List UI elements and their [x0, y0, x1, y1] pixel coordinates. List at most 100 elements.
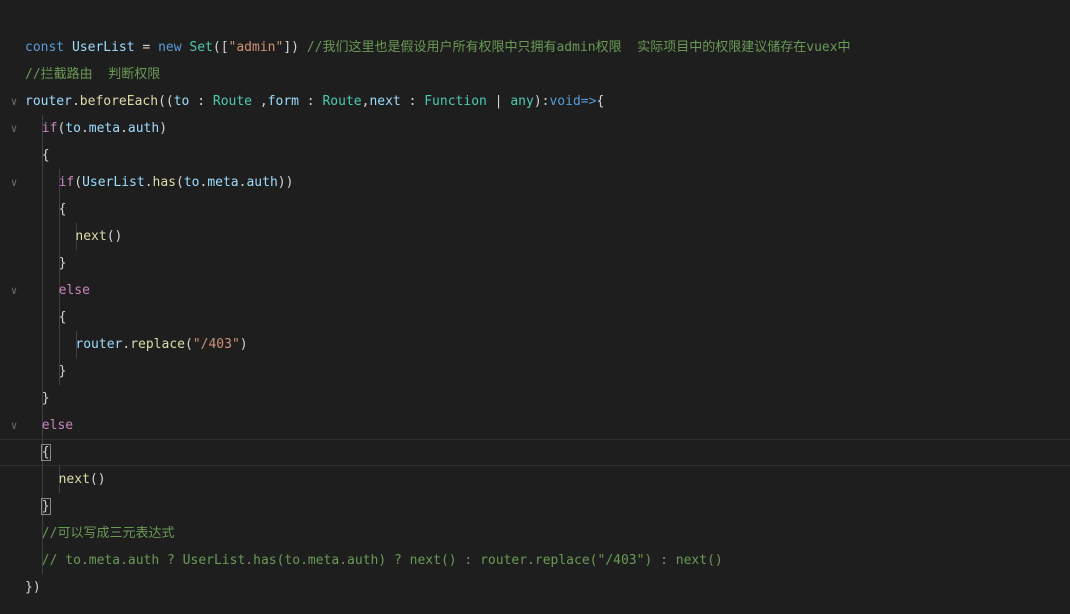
- code-token: (): [89, 472, 106, 487]
- code-token: "/403": [192, 337, 240, 352]
- code-text: else: [59, 277, 90, 304]
- code-token: Route: [212, 94, 253, 109]
- code-token: // to.meta.auth ? UserList.has(to.meta.a…: [41, 553, 723, 568]
- code-text: if(to.meta.auth): [42, 115, 167, 142]
- code-token: auth: [127, 121, 160, 136]
- code-text: else: [42, 412, 73, 439]
- chevron-down-icon[interactable]: ∨: [7, 115, 21, 142]
- code-token: auth: [246, 175, 278, 190]
- code-line[interactable]: {: [0, 196, 1070, 223]
- code-token: =>: [580, 94, 597, 109]
- code-token: }: [41, 391, 50, 406]
- indent-guide: [42, 331, 43, 358]
- code-token: next: [75, 229, 107, 244]
- code-token: {: [596, 94, 605, 109]
- code-token: any: [510, 94, 534, 109]
- code-line[interactable]: const UserList = new Set(["admin"]) //我们…: [0, 34, 1070, 61]
- code-line[interactable]: }: [0, 358, 1070, 385]
- code-token: ):: [533, 94, 550, 109]
- indent-guide: [58, 331, 60, 358]
- code-token: .: [122, 337, 131, 352]
- code-token: {: [41, 148, 50, 163]
- code-line[interactable]: //可以写成三元表达式: [0, 520, 1070, 547]
- code-line[interactable]: // to.meta.auth ? UserList.has(to.meta.a…: [0, 547, 1070, 574]
- code-token: ): [159, 121, 168, 136]
- indent-guide: [42, 466, 43, 493]
- code-token: :: [400, 94, 425, 109]
- code-token: }: [40, 498, 51, 515]
- chevron-down-icon[interactable]: ∨: [7, 169, 21, 196]
- code-token: //拦截路由 判断权限: [25, 67, 161, 82]
- code-text: }): [25, 574, 41, 601]
- code-token: if: [41, 121, 58, 136]
- chevron-down-icon[interactable]: ∨: [7, 412, 21, 439]
- code-line[interactable]: next(): [0, 466, 1070, 493]
- code-token: to: [183, 175, 200, 190]
- code-token: router: [25, 94, 72, 109]
- code-token: .: [120, 121, 128, 136]
- code-token: }): [25, 580, 41, 595]
- code-token: next: [58, 472, 90, 487]
- code-token: Set: [189, 40, 213, 55]
- code-text: }: [40, 493, 51, 520]
- code-line[interactable]: //拦截路由 判断权限: [0, 61, 1070, 88]
- code-token: Function: [424, 94, 487, 109]
- code-token: if: [58, 175, 75, 190]
- code-text: //拦截路由 判断权限: [25, 61, 160, 88]
- code-token: .: [144, 175, 153, 190]
- code-line[interactable]: {: [0, 439, 1070, 467]
- code-line[interactable]: ∨ if(to.meta.auth): [0, 115, 1070, 142]
- code-text: }: [42, 385, 50, 412]
- code-line[interactable]: }): [0, 574, 1070, 601]
- code-line[interactable]: }: [0, 250, 1070, 277]
- code-text: }: [59, 250, 67, 277]
- code-token: UserList: [82, 175, 145, 190]
- indent-guide: [42, 250, 43, 277]
- indent-guide: [42, 304, 43, 331]
- code-token: beforeEach: [79, 94, 159, 109]
- code-token: |: [486, 94, 511, 109]
- code-line[interactable]: ∨ if(UserList.has(to.meta.auth)): [0, 169, 1070, 196]
- code-token: :: [298, 94, 323, 109]
- code-token: form: [267, 94, 299, 109]
- code-text: next(): [75, 223, 122, 250]
- code-token: )): [277, 175, 294, 190]
- code-token: }: [58, 364, 67, 379]
- code-token: to: [173, 94, 190, 109]
- code-token: new: [158, 40, 190, 55]
- code-token: .: [71, 94, 80, 109]
- code-token: router: [75, 337, 123, 352]
- chevron-down-icon[interactable]: ∨: [7, 88, 21, 115]
- code-line[interactable]: }: [0, 493, 1070, 520]
- code-text: // to.meta.auth ? UserList.has(to.meta.a…: [42, 547, 723, 574]
- code-token: ]): [283, 40, 307, 55]
- code-token: {: [58, 202, 67, 217]
- code-editor[interactable]: const UserList = new Set(["admin"]) //我们…: [0, 0, 1070, 614]
- code-text: next(): [59, 466, 106, 493]
- code-token: {: [40, 444, 51, 461]
- code-line[interactable]: }: [0, 385, 1070, 412]
- indent-guide: [58, 223, 60, 250]
- code-token: next: [369, 94, 401, 109]
- code-text: //可以写成三元表达式: [42, 520, 175, 547]
- code-line[interactable]: {: [0, 142, 1070, 169]
- code-token: const: [25, 40, 72, 55]
- code-line[interactable]: ∨ else: [0, 412, 1070, 439]
- code-token: Route: [322, 94, 362, 109]
- code-token: void: [549, 94, 581, 109]
- code-line[interactable]: ∨ else: [0, 277, 1070, 304]
- code-token: to: [65, 121, 81, 136]
- code-token: meta: [207, 175, 239, 190]
- code-line[interactable]: ∨ router.beforeEach((to : Route ,form : R…: [0, 88, 1070, 115]
- code-token: UserList: [71, 40, 135, 55]
- code-text: {: [59, 304, 67, 331]
- code-token: ,: [252, 94, 268, 109]
- code-text: }: [59, 358, 67, 385]
- code-text: {: [40, 440, 51, 465]
- chevron-down-icon[interactable]: ∨: [7, 277, 21, 304]
- code-line[interactable]: router.replace("/403"): [0, 331, 1070, 358]
- code-line[interactable]: next(): [0, 223, 1070, 250]
- code-line[interactable]: {: [0, 304, 1070, 331]
- code-token: ): [239, 337, 248, 352]
- code-text: router.replace("/403"): [75, 331, 247, 358]
